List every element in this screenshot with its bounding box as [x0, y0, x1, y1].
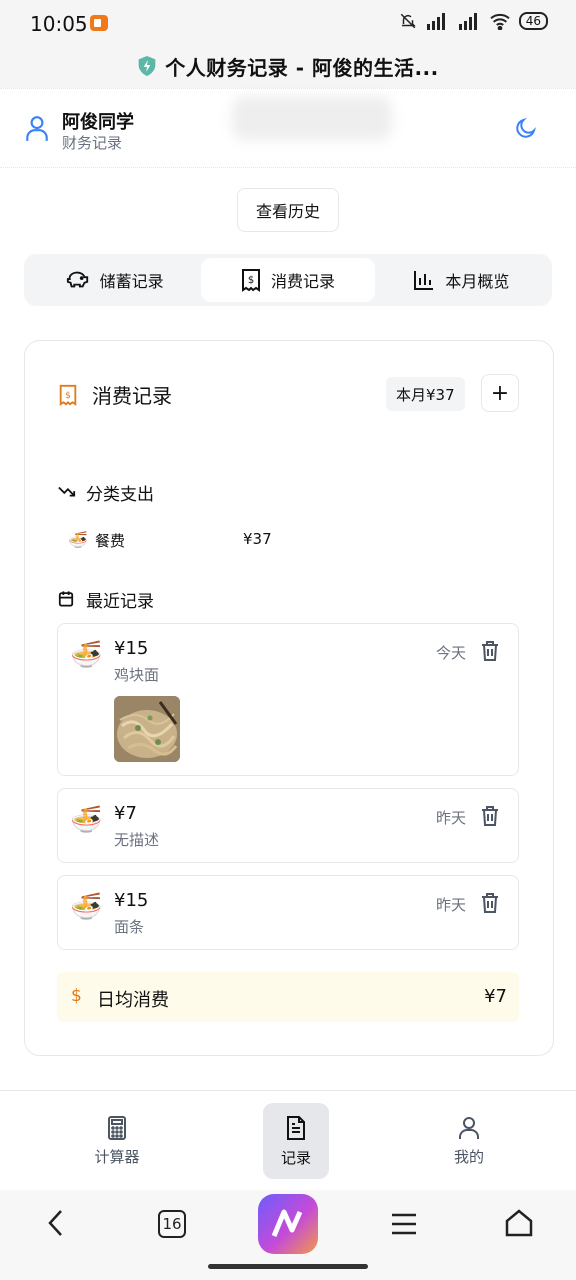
record-date: 昨天	[435, 896, 466, 914]
record-amount: ¥7	[114, 803, 137, 824]
nav-label: 记录	[280, 1148, 311, 1167]
record-amount: ¥15	[114, 890, 149, 911]
receipt-icon: $	[241, 269, 260, 292]
svg-text:$: $	[248, 275, 254, 286]
dollar-icon: $	[71, 986, 82, 1006]
food-photo[interactable]	[114, 696, 180, 762]
home-icon[interactable]	[504, 1208, 534, 1238]
daily-average-label: 日均消费	[97, 990, 169, 1011]
noodle-icon: 🍜	[68, 530, 88, 549]
record-date: 昨天	[435, 809, 466, 827]
tab-bar: 储蓄记录 $ 消费记录 本月概览	[24, 254, 552, 306]
record-description: 无描述	[114, 831, 160, 849]
trending-down-icon	[58, 486, 76, 497]
record-description: 鸡块面	[114, 666, 160, 684]
trash-icon[interactable]	[480, 640, 500, 662]
browser-logo-icon[interactable]	[258, 1194, 318, 1254]
receipt-icon: $	[59, 384, 77, 406]
calculator-icon	[108, 1115, 126, 1140]
nav-label: 计算器	[94, 1147, 140, 1166]
browser-title-bar[interactable]: 个人财务记录 - 阿俊的生活...	[0, 44, 576, 88]
battery-indicator: 46	[518, 12, 548, 30]
tab-label: 储蓄记录	[99, 272, 164, 291]
status-time: 10:05	[30, 12, 88, 36]
signal-icon	[426, 13, 445, 30]
svg-text:$: $	[65, 390, 71, 401]
trash-icon[interactable]	[480, 892, 500, 914]
nav-profile[interactable]: 我的	[436, 1103, 502, 1179]
add-expense-button[interactable]: +	[481, 374, 519, 412]
card-title: 消费记录	[92, 384, 172, 408]
status-bar: 10:05 46	[0, 0, 576, 44]
tab-overview[interactable]: 本月概览	[375, 258, 548, 302]
mute-bell-icon	[400, 13, 416, 29]
category-name: 餐费	[95, 532, 126, 550]
record-date: 今天	[435, 644, 466, 662]
noodle-icon: 🍜	[70, 892, 103, 922]
wifi-icon	[490, 13, 510, 30]
bar-chart-icon	[414, 271, 434, 290]
signal-icon-2	[458, 13, 477, 30]
tab-label: 消费记录	[270, 272, 335, 291]
view-history-button[interactable]: 查看历史	[237, 188, 339, 232]
record-amount: ¥15	[114, 638, 149, 659]
page-title: 个人财务记录 - 阿俊的生活...	[165, 55, 439, 80]
bottom-nav: 计算器 记录 我的	[0, 1090, 576, 1190]
gesture-bar	[208, 1264, 368, 1269]
user-icon	[459, 1116, 479, 1139]
calendar-icon	[58, 591, 74, 607]
daily-average-value: ¥7	[484, 986, 507, 1007]
noodle-icon: 🍜	[70, 805, 103, 835]
header-subtitle: 财务记录	[62, 134, 123, 152]
username: 阿俊同学	[62, 112, 134, 133]
category-amount: ¥37	[243, 530, 272, 548]
status-icons: 46	[399, 12, 548, 30]
daily-average-panel: $ 日均消费 ¥7	[57, 972, 519, 1022]
category-section-title: 分类支出	[86, 485, 154, 505]
record-item[interactable]: 🍜 ¥15 鸡块面 今天	[57, 623, 519, 776]
record-item[interactable]: 🍜 ¥7 无描述 昨天	[57, 788, 519, 863]
noodle-icon: 🍜	[70, 640, 103, 670]
system-nav-bar: 16	[0, 1190, 576, 1280]
blurred-region	[232, 96, 392, 140]
document-icon	[287, 1115, 305, 1140]
nav-records[interactable]: 记录	[263, 1103, 329, 1179]
trash-icon[interactable]	[480, 805, 500, 827]
back-icon[interactable]	[44, 1208, 68, 1238]
tab-count-button[interactable]: 16	[158, 1210, 186, 1238]
nav-calculator[interactable]: 计算器	[84, 1103, 150, 1179]
menu-icon[interactable]	[390, 1210, 418, 1238]
record-description: 面条	[114, 918, 145, 936]
month-total-badge: 本月¥37	[386, 377, 465, 411]
user-icon	[26, 116, 48, 141]
recent-section-title: 最近记录	[86, 592, 154, 612]
shield-icon	[138, 56, 156, 76]
moon-icon[interactable]	[514, 116, 538, 140]
tab-expenses[interactable]: $ 消费记录	[201, 258, 375, 302]
screen-record-icon	[90, 15, 108, 31]
tab-label: 本月概览	[445, 272, 510, 291]
record-item[interactable]: 🍜 ¥15 面条 昨天	[57, 875, 519, 950]
nav-label: 我的	[453, 1147, 484, 1166]
piggy-bank-icon	[66, 271, 88, 288]
tab-savings[interactable]: 储蓄记录	[28, 258, 201, 302]
